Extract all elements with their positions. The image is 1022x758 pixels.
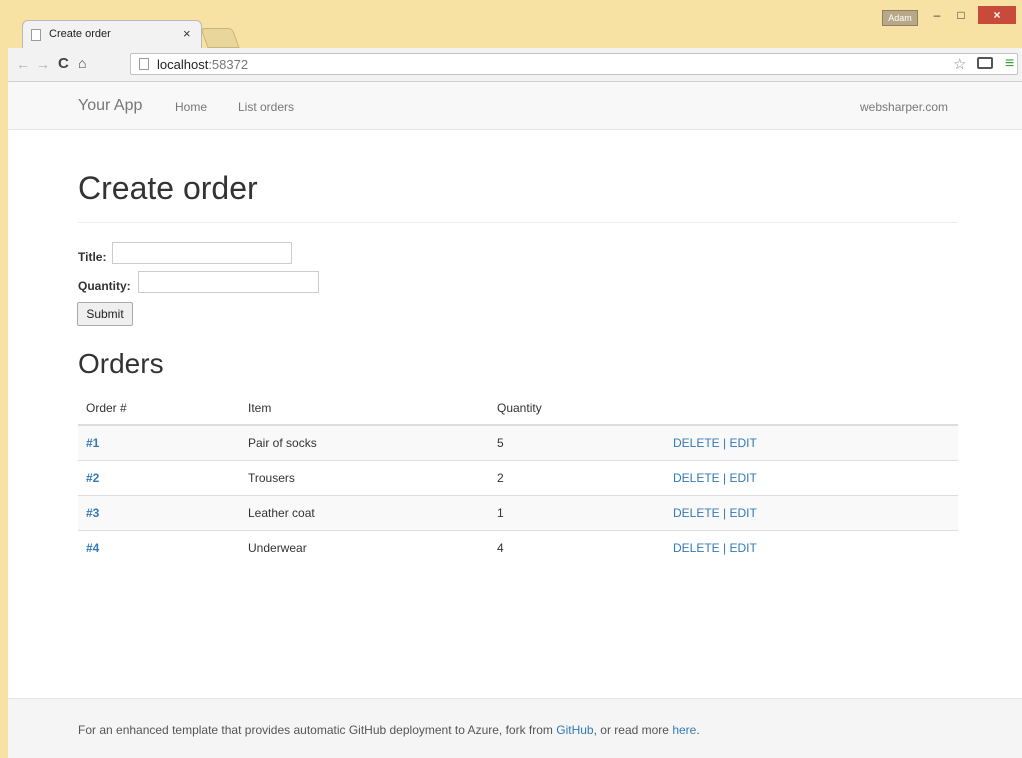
action-separator: | bbox=[723, 506, 727, 520]
actions-cell: DELETE | EDIT bbox=[665, 424, 958, 461]
nav-link-home[interactable]: Home bbox=[175, 100, 207, 114]
page-title: Create order bbox=[78, 170, 258, 206]
footer-text-before: For an enhanced template that provides a… bbox=[78, 723, 557, 737]
edit-link[interactable]: EDIT bbox=[730, 436, 757, 450]
cast-icon[interactable] bbox=[977, 57, 993, 69]
quantity-cell: 2 bbox=[489, 460, 665, 496]
address-bar[interactable]: localhost:58372 ☆ ≡ bbox=[130, 53, 1018, 75]
table-header-row: Order # Item Quantity bbox=[78, 392, 958, 426]
item-cell: Pair of socks bbox=[240, 424, 489, 461]
edit-link[interactable]: EDIT bbox=[730, 471, 757, 485]
nav-link-list-orders[interactable]: List orders bbox=[238, 100, 294, 114]
back-arrow-icon[interactable]: ← bbox=[16, 56, 30, 72]
hamburger-menu-icon[interactable]: ≡ bbox=[1005, 55, 1014, 73]
action-separator: | bbox=[723, 541, 727, 555]
edit-link[interactable]: EDIT bbox=[730, 506, 757, 520]
maximize-icon[interactable]: □ bbox=[950, 6, 972, 24]
footer-text-middle: , or read more bbox=[593, 723, 673, 737]
navbar: Your App Home List orders websharper.com bbox=[8, 82, 1022, 130]
quantity-input[interactable] bbox=[138, 271, 319, 293]
navbar-brand[interactable]: Your App bbox=[78, 97, 142, 115]
bookmark-star-icon[interactable]: ☆ bbox=[953, 55, 966, 73]
order-number-cell: #4 bbox=[78, 530, 240, 565]
item-cell: Underwear bbox=[240, 530, 489, 565]
quantity-cell: 1 bbox=[489, 495, 665, 531]
page-icon bbox=[139, 58, 149, 70]
tab-title: Create order bbox=[49, 28, 111, 40]
order-link[interactable]: #2 bbox=[86, 471, 99, 485]
actions-cell: DELETE | EDIT bbox=[665, 495, 958, 531]
order-link[interactable]: #4 bbox=[86, 541, 99, 555]
order-number-cell: #3 bbox=[78, 495, 240, 531]
delete-link[interactable]: DELETE bbox=[673, 541, 720, 555]
title-bar: Create order × Adam – □ × bbox=[0, 0, 1022, 48]
column-header-quantity: Quantity bbox=[489, 392, 665, 426]
quantity-cell: 5 bbox=[489, 424, 665, 461]
user-profile-badge[interactable]: Adam bbox=[882, 10, 918, 26]
quantity-cell: 4 bbox=[489, 530, 665, 565]
reload-icon[interactable]: C bbox=[58, 55, 69, 72]
edit-link[interactable]: EDIT bbox=[730, 541, 757, 555]
title-input[interactable] bbox=[112, 242, 292, 264]
divider bbox=[78, 222, 958, 223]
forward-arrow-icon[interactable]: → bbox=[36, 56, 50, 72]
table-row: #3 Leather coat 1 DELETE | EDIT bbox=[78, 495, 958, 531]
new-tab-button[interactable] bbox=[200, 28, 240, 48]
orders-table: Order # Item Quantity #1 Pair of socks 5… bbox=[78, 392, 958, 565]
url-text: localhost:58372 bbox=[157, 57, 248, 72]
page-icon bbox=[31, 29, 41, 41]
delete-link[interactable]: DELETE bbox=[673, 436, 720, 450]
title-label: Title: bbox=[78, 250, 107, 264]
order-link[interactable]: #3 bbox=[86, 506, 99, 520]
url-port: :58372 bbox=[208, 57, 249, 72]
tab-close-icon[interactable]: × bbox=[183, 26, 191, 41]
close-window-icon[interactable]: × bbox=[978, 6, 1016, 24]
footer-text-after: . bbox=[696, 723, 700, 737]
delete-link[interactable]: DELETE bbox=[673, 471, 720, 485]
order-number-cell: #1 bbox=[78, 424, 240, 461]
home-icon[interactable]: ⌂ bbox=[78, 55, 86, 71]
orders-heading: Orders bbox=[78, 348, 164, 379]
column-header-item: Item bbox=[240, 392, 489, 426]
actions-cell: DELETE | EDIT bbox=[665, 530, 958, 565]
table-row: #4 Underwear 4 DELETE | EDIT bbox=[78, 530, 958, 565]
action-separator: | bbox=[723, 436, 727, 450]
browser-toolbar: ← → C ⌂ localhost:58372 ☆ ≡ bbox=[8, 48, 1022, 82]
column-header-actions bbox=[665, 392, 958, 426]
column-header-order-number: Order # bbox=[78, 392, 240, 426]
url-host: localhost bbox=[157, 57, 209, 72]
actions-cell: DELETE | EDIT bbox=[665, 460, 958, 496]
github-link[interactable]: GitHub bbox=[556, 723, 593, 737]
web-page: Your App Home List orders websharper.com… bbox=[8, 82, 1022, 758]
action-separator: | bbox=[723, 471, 727, 485]
order-number-cell: #2 bbox=[78, 460, 240, 496]
submit-button[interactable]: Submit bbox=[77, 302, 133, 326]
order-link[interactable]: #1 bbox=[86, 436, 99, 450]
minimize-icon[interactable]: – bbox=[926, 6, 948, 24]
quantity-label: Quantity: bbox=[78, 279, 131, 293]
here-link[interactable]: here bbox=[672, 723, 696, 737]
delete-link[interactable]: DELETE bbox=[673, 506, 720, 520]
item-cell: Leather coat bbox=[240, 495, 489, 531]
table-row: #1 Pair of socks 5 DELETE | EDIT bbox=[78, 424, 958, 461]
footer-text: For an enhanced template that provides a… bbox=[78, 723, 700, 737]
browser-window: Create order × Adam – □ × ← → C ⌂ localh… bbox=[0, 0, 1022, 758]
browser-tab[interactable]: Create order × bbox=[22, 20, 202, 48]
footer: For an enhanced template that provides a… bbox=[8, 698, 1022, 758]
item-cell: Trousers bbox=[240, 460, 489, 496]
nav-link-websharper[interactable]: websharper.com bbox=[860, 100, 948, 114]
table-row: #2 Trousers 2 DELETE | EDIT bbox=[78, 460, 958, 496]
